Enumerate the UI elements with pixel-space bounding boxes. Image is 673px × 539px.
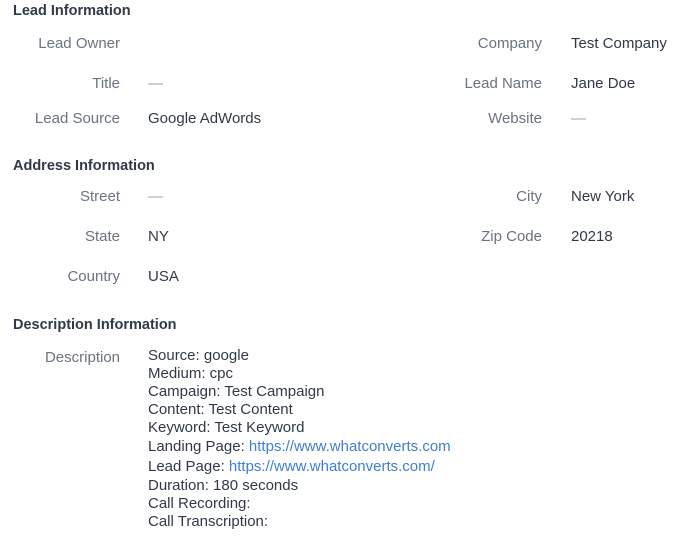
company-label: Company [477, 35, 542, 52]
city-label: City [516, 188, 542, 205]
lead-name-value[interactable]: Jane Doe [571, 75, 635, 92]
street-label: Street [79, 188, 120, 205]
description-label: Description [44, 349, 120, 366]
description-call-recording-line: Call Recording: [148, 495, 251, 512]
description-duration-line: Duration: 180 seconds [148, 477, 299, 494]
description-keyword-line: Keyword: Test Keyword [148, 419, 305, 436]
country-label: Country [67, 268, 120, 285]
title-label: Title [92, 75, 120, 92]
description-call-transcription-line: Call Transcription: [148, 513, 269, 530]
description-lead-page-line: Lead Page: https://www.whatconverts.com/ [148, 457, 451, 477]
country-value[interactable]: USA [148, 268, 179, 285]
landing-page-prefix: Landing Page: [148, 438, 249, 455]
state-label: State [84, 228, 120, 245]
description-campaign-line: Campaign: Test Campaign [148, 383, 325, 400]
lead-page-link[interactable]: https://www.whatconverts.com/ [229, 458, 435, 475]
description-information-heading: Description Information [13, 317, 177, 333]
company-value[interactable]: Test Company [571, 35, 667, 52]
description-landing-page-line: Landing Page: https://www.whatconverts.c… [148, 437, 451, 457]
description-medium-line: Medium: cpc [148, 365, 234, 382]
title-value[interactable]: — [148, 75, 163, 92]
lead-owner-label: Lead Owner [38, 35, 120, 52]
lead-page-prefix: Lead Page: [148, 458, 229, 475]
lead-information-heading: Lead Information [13, 3, 131, 19]
website-value[interactable]: — [571, 110, 586, 127]
address-information-heading: Address Information [13, 158, 155, 174]
lead-name-label: Lead Name [464, 75, 542, 92]
state-value[interactable]: NY [148, 228, 169, 245]
street-value[interactable]: — [148, 188, 163, 205]
landing-page-link[interactable]: https://www.whatconverts.com [249, 438, 451, 455]
zip-code-label: Zip Code [481, 228, 542, 245]
description-value[interactable]: Source: google Medium: cpc Campaign: Tes… [148, 347, 451, 531]
lead-source-value[interactable]: Google AdWords [148, 110, 261, 127]
description-source-line: Source: google [148, 347, 249, 364]
city-value[interactable]: New York [571, 188, 634, 205]
website-label: Website [488, 110, 542, 127]
lead-source-label: Lead Source [34, 110, 120, 127]
zip-code-value[interactable]: 20218 [571, 228, 613, 245]
description-content-line: Content: Test Content [148, 401, 293, 418]
